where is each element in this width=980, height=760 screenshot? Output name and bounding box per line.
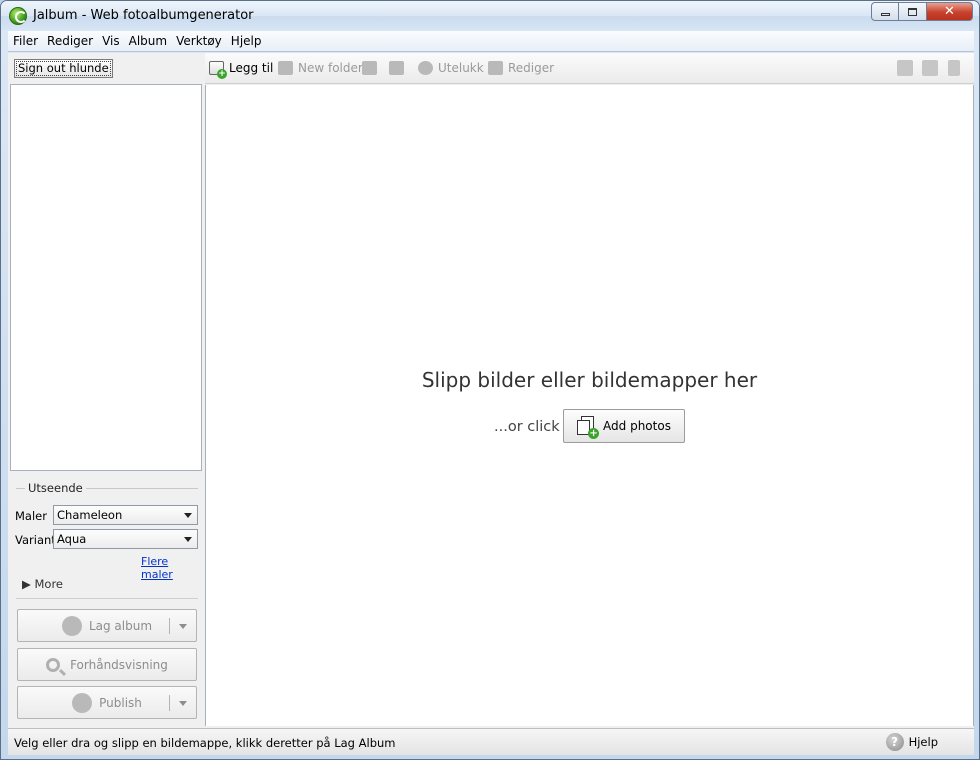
forward-button[interactable] <box>389 61 409 75</box>
help-label: Hjelp <box>908 735 938 749</box>
arrow-right-icon <box>389 61 404 75</box>
status-text: Velg eller dra og slipp en bildemappe, k… <box>14 736 396 750</box>
make-album-icon <box>61 615 82 636</box>
details-view-icon[interactable] <box>948 60 960 76</box>
make-album-button[interactable]: Lag album <box>17 609 197 642</box>
exclude-label: Utelukk <box>438 61 484 75</box>
variant-value: Aqua <box>57 532 87 546</box>
minimize-icon <box>880 13 890 16</box>
arrow-left-icon <box>362 61 377 75</box>
or-click-label: ...or click <box>494 419 560 435</box>
thumbnails-view-icon[interactable] <box>897 60 913 76</box>
help-icon: ? <box>885 733 904 751</box>
app-window: Jalbum - Web fotoalbumgenerator ✕ Filer … <box>0 0 980 760</box>
chevron-down-icon <box>184 537 192 542</box>
edit-button[interactable]: Rediger <box>488 61 554 75</box>
magnifier-icon <box>46 657 61 672</box>
menu-verktoy[interactable]: Verktøy <box>176 34 222 48</box>
status-bar: Velg eller dra og slipp en bildemappe, k… <box>8 728 974 755</box>
window-controls: ✕ <box>871 2 973 21</box>
more-templates-link[interactable]: Flere maler <box>141 555 203 581</box>
split-divider <box>169 618 170 634</box>
menu-filer[interactable]: Filer <box>13 34 38 48</box>
back-button[interactable] <box>362 61 382 75</box>
menu-rediger[interactable]: Rediger <box>47 34 93 48</box>
preview-label: Forhåndsvisning <box>70 657 168 672</box>
edit-label: Rediger <box>508 61 555 75</box>
variant-select[interactable]: Aqua <box>53 529 198 549</box>
exclude-button[interactable]: Utelukk <box>418 61 484 75</box>
menu-hjelp[interactable]: Hjelp <box>231 34 262 48</box>
preview-button[interactable]: Forhåndsvisning <box>17 648 197 681</box>
add-button[interactable]: Legg til <box>209 61 274 79</box>
add-label: Legg til <box>229 61 274 75</box>
more-toggle[interactable]: ▶ More <box>22 577 63 591</box>
publish-icon <box>72 692 93 713</box>
menu-album[interactable]: Album <box>129 34 167 48</box>
variant-label: Variant <box>15 533 56 547</box>
publish-button[interactable]: Publish <box>17 686 197 719</box>
left-panel: Sign out hlunde Utseende Maler Chameleon… <box>8 53 203 726</box>
template-value: Chameleon <box>57 508 123 522</box>
template-label: Maler <box>15 509 47 523</box>
chevron-down-icon <box>184 513 192 518</box>
maximize-button[interactable] <box>899 2 927 21</box>
edit-icon <box>488 61 503 75</box>
menu-vis[interactable]: Vis <box>102 34 120 48</box>
maximize-icon <box>908 7 917 16</box>
close-button[interactable]: ✕ <box>927 2 973 21</box>
exclude-icon <box>418 61 433 75</box>
new-folder-label: New folder <box>298 61 363 75</box>
add-photo-icon <box>209 61 227 79</box>
add-photos-icon: + <box>577 416 600 439</box>
make-album-label: Lag album <box>88 618 153 633</box>
menu-bar: Filer Rediger Vis Album Verktøy Hjelp <box>8 31 974 52</box>
split-divider <box>169 695 170 711</box>
template-select[interactable]: Chameleon <box>53 505 198 525</box>
album-tree[interactable] <box>10 84 202 471</box>
window-title: Jalbum - Web fotoalbumgenerator <box>33 8 254 23</box>
title-bar[interactable]: Jalbum - Web fotoalbumgenerator ✕ <box>1 1 979 31</box>
chevron-down-icon[interactable] <box>179 701 187 706</box>
appearance-heading: Utseende <box>25 481 86 495</box>
drop-zone[interactable]: Slipp bilder eller bildemapper her ...or… <box>205 85 974 726</box>
folder-icon <box>278 61 293 75</box>
add-photos-label: Add photos <box>603 419 671 433</box>
sign-out-button[interactable]: Sign out hlunde <box>14 59 113 78</box>
publish-label: Publish <box>99 695 142 710</box>
minimize-button[interactable] <box>871 2 899 21</box>
chevron-down-icon[interactable] <box>179 624 187 629</box>
list-view-icon[interactable] <box>922 60 938 76</box>
help-button[interactable]: ? Hjelp <box>885 733 938 751</box>
jalbum-logo-icon[interactable] <box>9 7 27 25</box>
toolbar: Legg til New folder Utelukk Rediger <box>205 53 974 84</box>
actions-divider <box>16 598 198 599</box>
new-folder-button[interactable]: New folder <box>278 61 363 75</box>
drop-zone-title: Slipp bilder eller bildemapper her <box>421 368 758 392</box>
add-photos-button[interactable]: + Add photos <box>563 409 685 443</box>
client-area: Sign out hlunde Utseende Maler Chameleon… <box>8 53 974 755</box>
